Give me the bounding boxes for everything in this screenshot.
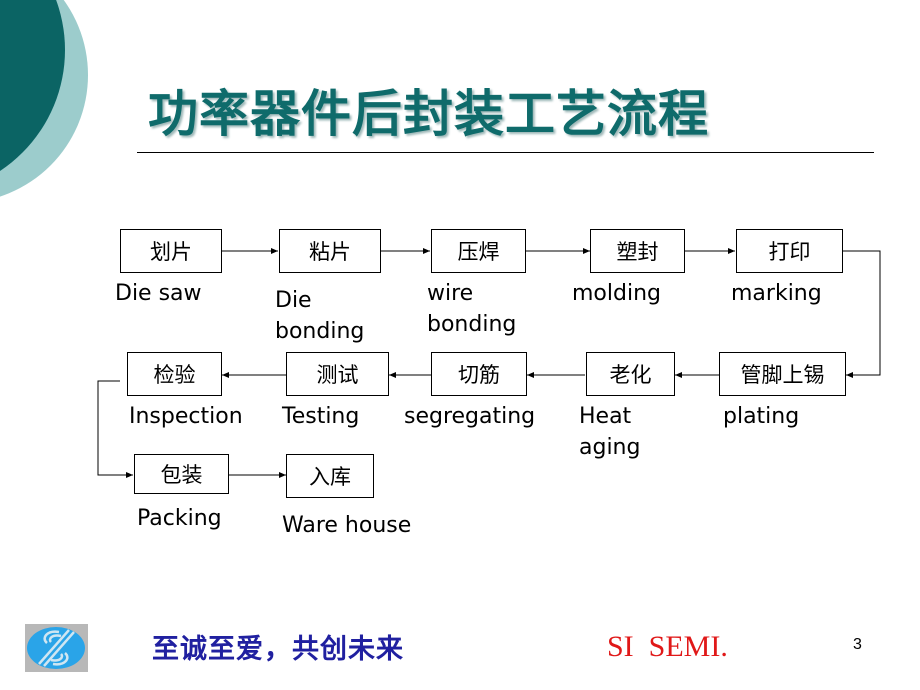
step-label-zh: 塑封 [616,240,659,264]
page-number: 3 [853,636,862,653]
step-caption-die-bonding: Die bonding [275,288,365,344]
arrow-s5-s6 [843,250,881,378]
step-label-zh: 测试 [316,363,359,387]
step-box-marking: 打印 [736,229,843,273]
step-label-zh: 粘片 [309,240,351,264]
step-caption-packing: Packing [137,506,222,531]
step-label-zh: 压焊 [457,240,500,264]
step-box-wire-bonding: 压焊 [431,229,526,273]
step-box-heat-aging: 老化 [586,352,675,396]
step-box-packing: 包装 [134,454,229,494]
step-caption-molding: molding [572,281,661,306]
step-box-die-saw: 划片 [120,229,222,273]
step-box-plating: 管脚上锡 [719,352,846,396]
step-label-zh: 入库 [309,465,351,489]
step-label-zh: 管脚上锡 [740,363,825,387]
step-box-die-bonding: 粘片 [279,229,381,273]
step-box-segregating: 切筋 [431,352,527,396]
si-semi-logo-icon [25,624,88,672]
step-label-zh: 老化 [609,363,652,387]
step-caption-segregating: segregating [404,404,536,429]
step-caption-plating: plating [723,404,800,429]
step-label-zh: 包装 [160,463,203,487]
footer-brand: SI SEMI. [607,630,728,663]
step-box-warehouse: 入库 [286,454,374,498]
flow-connectors [97,248,881,478]
step-label-zh: 打印 [768,240,811,264]
step-caption-testing: Testing [282,404,360,429]
step-box-molding: 塑封 [590,229,685,273]
step-label-zh: 划片 [150,240,192,264]
step-label-zh: 检验 [153,363,196,387]
step-caption-marking: marking [731,281,822,306]
footer-slogan: 至诚至爱，共创未来 [152,634,404,665]
step-box-testing: 测试 [286,352,389,396]
step-caption-warehouse: Ware house [282,513,412,538]
step-box-inspection: 检验 [127,352,222,396]
step-label-zh: 切筋 [458,363,500,387]
step-caption-inspection: Inspection [129,404,243,429]
step-caption-heat-aging: Heat aging [579,404,641,460]
step-caption-die-saw: Die saw [115,281,202,306]
step-caption-wire-bonding: wire bonding [427,281,517,337]
